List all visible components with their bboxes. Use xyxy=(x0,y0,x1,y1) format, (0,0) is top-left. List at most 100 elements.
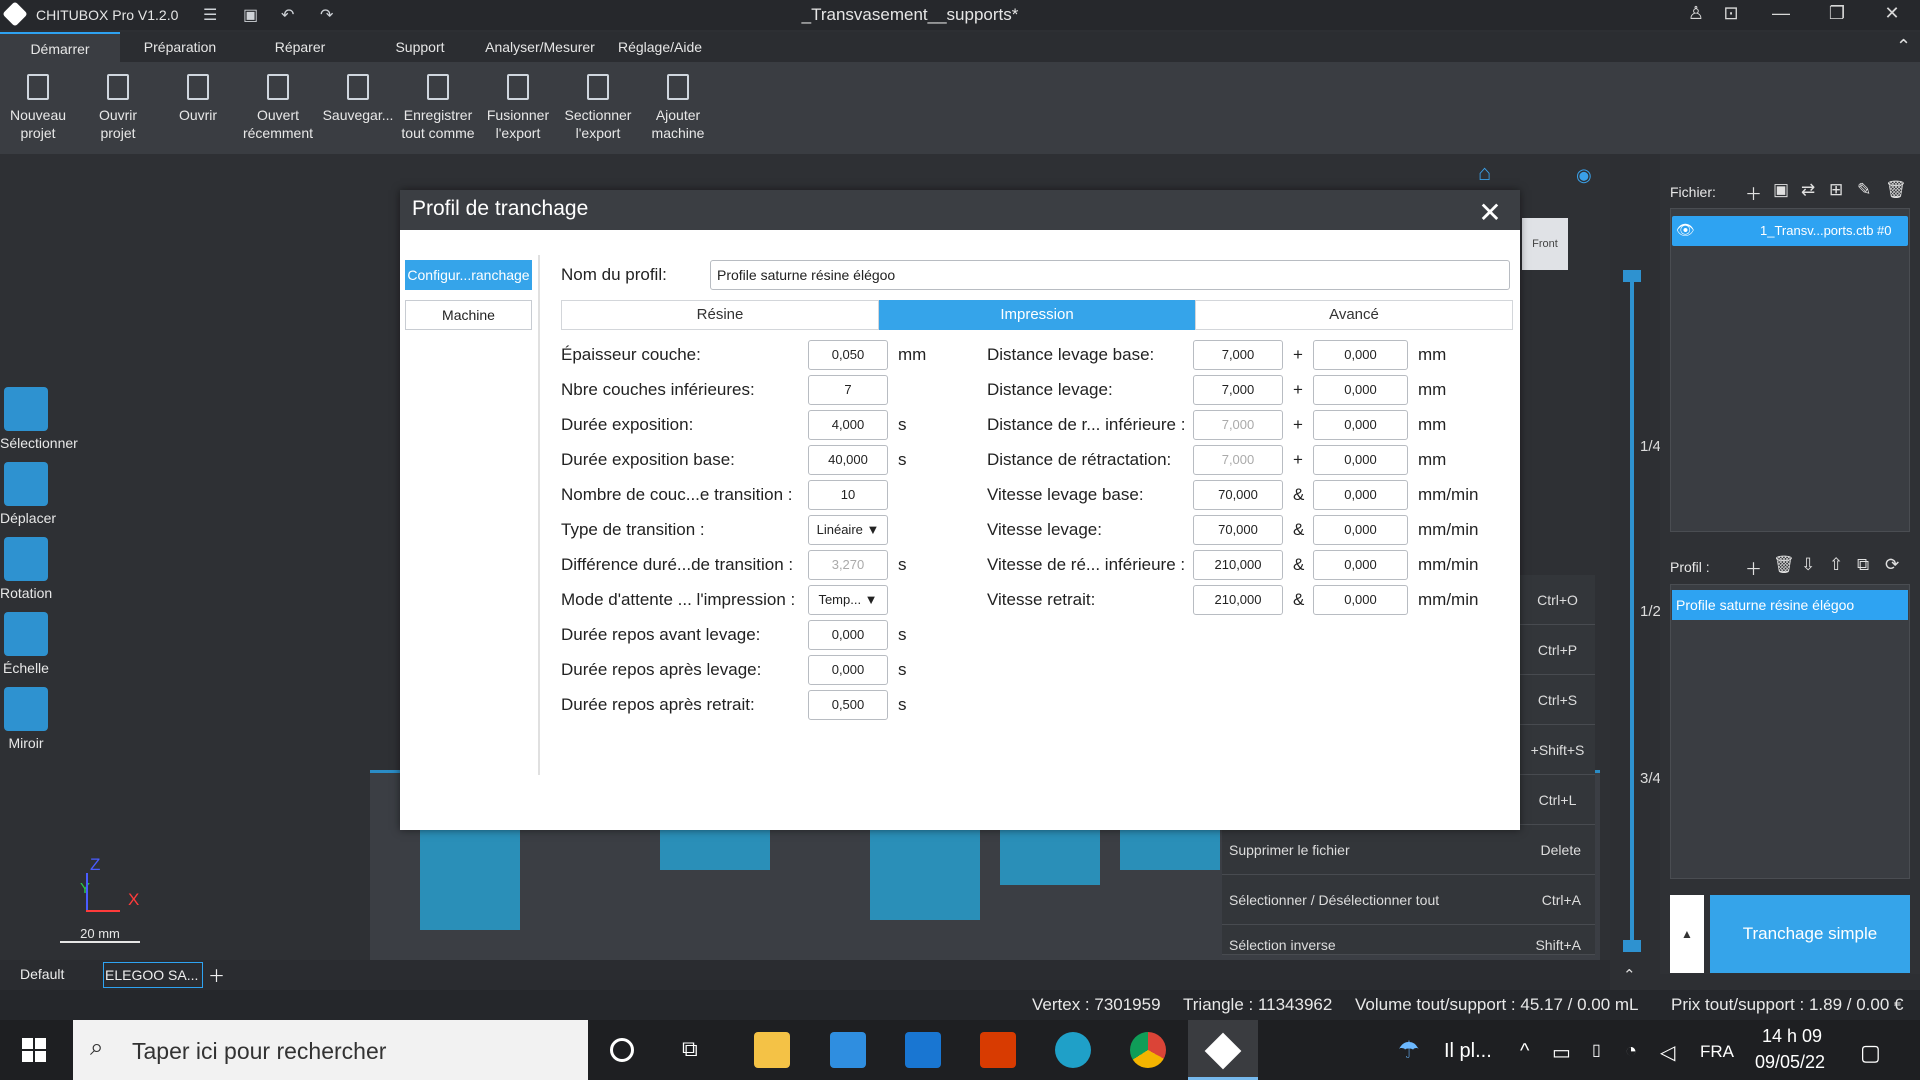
delete-file-icon[interactable]: 🗑 xyxy=(1885,180,1907,200)
exposure-time-input[interactable]: 4,000 xyxy=(808,410,888,440)
slice-options-button[interactable]: ▲ xyxy=(1670,895,1704,973)
model-part[interactable] xyxy=(1000,830,1100,885)
slice-button[interactable]: Tranchage simple xyxy=(1710,895,1910,973)
delete-profile-icon[interactable]: 🗑 xyxy=(1773,555,1795,575)
split-export-button[interactable]: Sectionner l'export xyxy=(558,74,638,142)
tab-avance[interactable]: Avancé xyxy=(1195,300,1513,330)
machine-tab[interactable]: ELEGOO SA... xyxy=(103,962,203,988)
swap-icon[interactable]: ⇄ xyxy=(1801,180,1815,200)
scale-tool-button[interactable] xyxy=(4,612,48,656)
tab-resine[interactable]: Résine xyxy=(561,300,879,330)
minimize-icon[interactable]: — xyxy=(1761,3,1801,24)
base-lift-distance-input[interactable]: 7,000 xyxy=(1193,340,1283,370)
bottom-retract-speed-input[interactable]: 210,000 xyxy=(1193,550,1283,580)
close-dialog-icon[interactable]: ✕ xyxy=(1475,196,1505,229)
notifications-icon[interactable]: ▢ xyxy=(1860,1040,1881,1066)
machine-nav[interactable]: Machine xyxy=(405,300,532,330)
volume-icon[interactable]: ◁ xyxy=(1660,1040,1675,1065)
menu-invert-selection[interactable]: Sélection inverse Shift+A xyxy=(1222,925,1595,955)
base-lift-distance2-input[interactable]: 0,000 xyxy=(1313,340,1408,370)
move-tool-button[interactable] xyxy=(4,462,48,506)
lift-distance2-input[interactable]: 0,000 xyxy=(1313,375,1408,405)
model-part[interactable] xyxy=(420,830,520,930)
lift-speed2-input[interactable]: 0,000 xyxy=(1313,515,1408,545)
export-profile-icon[interactable]: ⇧ xyxy=(1829,555,1843,575)
visibility-icon[interactable]: ◉ xyxy=(1576,165,1592,186)
new-project-button[interactable]: Nouveau projet xyxy=(0,74,78,142)
shortcut-print[interactable]: Ctrl+P xyxy=(1520,625,1595,675)
transition-layers-input[interactable]: 10 xyxy=(808,480,888,510)
base-lift-speed-input[interactable]: 70,000 xyxy=(1193,480,1283,510)
retract-distance2-input[interactable]: 0,000 xyxy=(1313,445,1408,475)
open-project-button[interactable]: Ouvrir projet xyxy=(78,74,158,142)
lift-distance-input[interactable]: 7,000 xyxy=(1193,375,1283,405)
retract-speed2-input[interactable]: 0,000 xyxy=(1313,585,1408,615)
open-button[interactable]: Ouvrir xyxy=(158,74,238,124)
transition-type-select[interactable]: Linéaire ▼ xyxy=(808,515,888,545)
task-view-icon[interactable]: ⧉ xyxy=(682,1036,698,1062)
weather-icon[interactable]: ☂ xyxy=(1398,1036,1420,1065)
clock-date[interactable]: 09/05/22 xyxy=(1755,1052,1825,1073)
import-profile-icon[interactable]: ⇩ xyxy=(1801,555,1815,575)
add-file-icon[interactable]: ＋ xyxy=(1745,180,1762,205)
group-icon[interactable]: ⊞ xyxy=(1829,180,1843,200)
save-all-button[interactable]: Enregistrer tout comme xyxy=(398,74,478,142)
close-window-icon[interactable]: ✕ xyxy=(1872,3,1912,24)
tab-analyser[interactable]: Analyser/Mesurer xyxy=(480,32,600,62)
merge-export-button[interactable]: Fusionner l'export xyxy=(478,74,558,142)
maximize-icon[interactable]: ❐ xyxy=(1817,3,1857,24)
edge-icon[interactable] xyxy=(1055,1032,1091,1068)
mail-icon[interactable] xyxy=(905,1032,941,1068)
cortana-icon[interactable] xyxy=(610,1038,634,1062)
base-exposure-input[interactable]: 40,000 xyxy=(808,445,888,475)
select-file-icon[interactable]: ▣ xyxy=(1773,180,1789,200)
menu-select-all[interactable]: Sélectionner / Désélectionner tout Ctrl+A xyxy=(1222,875,1595,925)
store-icon[interactable] xyxy=(830,1032,866,1068)
tab-demarrer[interactable]: Démarrer xyxy=(0,32,120,62)
clock-time[interactable]: 14 h 09 xyxy=(1762,1026,1822,1047)
language-indicator[interactable]: FRA xyxy=(1700,1042,1734,1062)
rest-after-retract-input[interactable]: 0,500 xyxy=(808,690,888,720)
model-part[interactable] xyxy=(1120,830,1220,870)
profile-name-input[interactable]: Profile saturne résine élégoo xyxy=(710,260,1510,290)
edit-icon[interactable]: ✎ xyxy=(1857,180,1871,200)
mirror-tool-button[interactable] xyxy=(4,687,48,731)
shortcut-load[interactable]: Ctrl+L xyxy=(1520,775,1595,825)
eye-icon[interactable]: 👁 xyxy=(1676,221,1695,239)
shortcut-save-as[interactable]: +Shift+S xyxy=(1520,725,1595,775)
recent-button[interactable]: Ouvert récemment xyxy=(238,74,318,142)
layer-slider-bottom-handle[interactable] xyxy=(1623,940,1641,952)
tray-chevron-icon[interactable]: ^ xyxy=(1520,1040,1529,1063)
user-icon[interactable]: ♙ xyxy=(1676,3,1716,24)
chrome-icon[interactable] xyxy=(1130,1032,1166,1068)
add-tab-icon[interactable]: ＋ xyxy=(208,962,225,987)
rotate-tool-button[interactable] xyxy=(4,537,48,581)
select-tool-button[interactable] xyxy=(4,387,48,431)
collapse-ribbon-icon[interactable]: ⌃ xyxy=(1896,36,1911,57)
scroll-up-icon[interactable]: ⌃ xyxy=(1623,966,1636,984)
profile-list-item[interactable]: Profile saturne résine élégoo xyxy=(1672,590,1908,620)
file-explorer-icon[interactable] xyxy=(754,1032,790,1068)
tab-preparation[interactable]: Préparation xyxy=(130,32,230,62)
base-lift-speed2-input[interactable]: 0,000 xyxy=(1313,480,1408,510)
model-part[interactable] xyxy=(870,830,980,920)
tab-reglage[interactable]: Réglage/Aide xyxy=(610,32,710,62)
default-tab[interactable]: Default xyxy=(20,966,64,982)
layer-slider-top-handle[interactable] xyxy=(1623,270,1641,282)
save-button[interactable]: Sauvegar... xyxy=(318,74,398,124)
lift-speed-input[interactable]: 70,000 xyxy=(1193,515,1283,545)
retract-speed-input[interactable]: 210,000 xyxy=(1193,585,1283,615)
add-machine-button[interactable]: Ajouter machine xyxy=(638,74,718,142)
menu-delete-file[interactable]: Supprimer le fichier Delete xyxy=(1222,825,1595,875)
add-profile-icon[interactable]: ＋ xyxy=(1745,555,1762,580)
refresh-profile-icon[interactable]: ⟳ xyxy=(1885,555,1899,575)
wifi-icon[interactable]: ◔ xyxy=(1625,1040,1637,1063)
weather-text[interactable]: Il pl... xyxy=(1444,1040,1492,1063)
layer-thickness-input[interactable]: 0,050 xyxy=(808,340,888,370)
rest-after-lift-input[interactable]: 0,000 xyxy=(808,655,888,685)
rest-before-lift-input[interactable]: 0,000 xyxy=(808,620,888,650)
home-view-icon[interactable]: ⌂ xyxy=(1478,160,1491,186)
shortcut-open[interactable]: Ctrl+O xyxy=(1520,575,1595,625)
bottom-layers-input[interactable]: 7 xyxy=(808,375,888,405)
layer-slider-track[interactable] xyxy=(1630,275,1634,945)
